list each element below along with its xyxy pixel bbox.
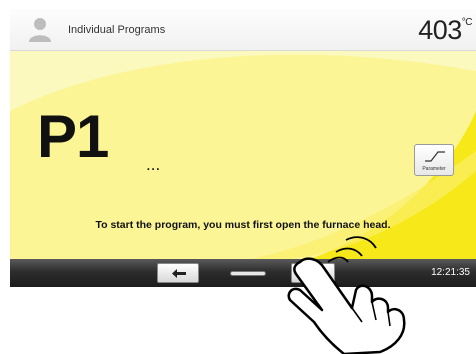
program-ellipsis: ... <box>146 155 161 174</box>
header-bar: Individual Programs 403°C <box>10 9 476 51</box>
start-button[interactable] <box>291 263 335 283</box>
progress-slider <box>230 271 266 276</box>
page-title: Individual Programs <box>68 24 166 36</box>
parameter-button[interactable]: Parameter <box>414 144 454 176</box>
temperature-unit: °C <box>461 17 473 28</box>
clock: 12:21:35 <box>431 267 470 278</box>
furnace-screen: Individual Programs 403°C P1 ... Paramet… <box>10 9 476 287</box>
program-name: P1 <box>37 103 109 170</box>
back-button[interactable] <box>157 263 199 283</box>
temperature-readout: 403°C <box>418 15 472 46</box>
bottom-bar: 12:21:35 <box>10 259 476 287</box>
arrow-left-icon <box>172 269 186 278</box>
curve-icon <box>425 151 445 162</box>
status-message: To start the program, you must first ope… <box>95 219 391 231</box>
temperature-value: 403 <box>418 15 462 45</box>
program-panel: P1 ... Parameter To start the program, y… <box>10 51 476 259</box>
parameter-label: Parameter <box>422 166 446 172</box>
user-icon <box>29 18 51 42</box>
